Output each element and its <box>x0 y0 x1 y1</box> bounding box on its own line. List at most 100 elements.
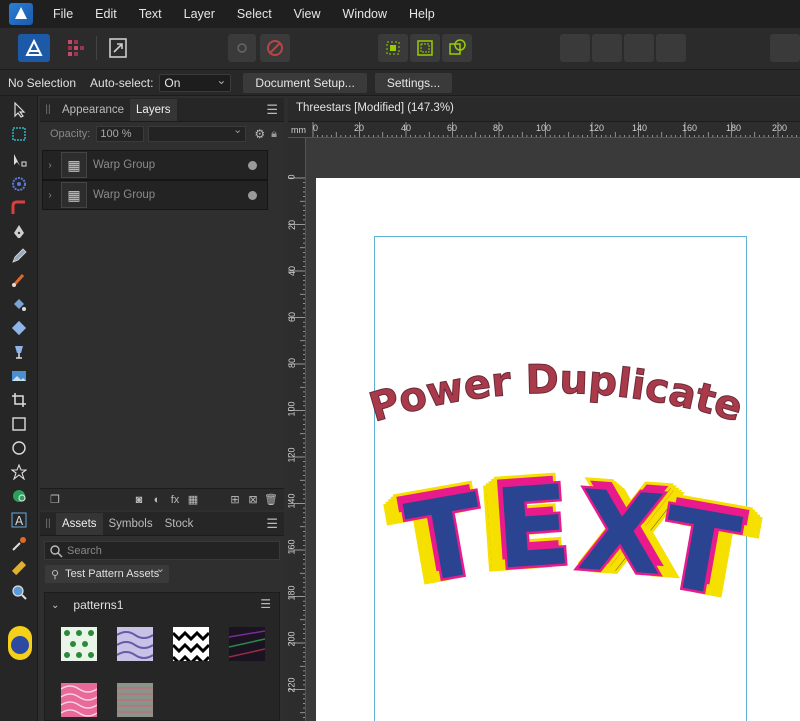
boolean-intersect-button[interactable] <box>442 34 472 62</box>
menu-view[interactable]: View <box>294 7 321 21</box>
auto-select-value: On <box>164 75 181 90</box>
rectangle-tool-icon[interactable] <box>9 414 29 434</box>
arrange-backward-button[interactable] <box>592 34 622 62</box>
mask-icon[interactable]: ◙ <box>132 493 146 507</box>
panel-menu-icon[interactable]: ☰ <box>266 516 278 532</box>
tab-stock[interactable]: Stock <box>159 513 200 535</box>
tab-layers[interactable]: Layers <box>130 99 177 121</box>
asset-section-header[interactable]: ⌄ patterns1 ☰ <box>45 593 279 617</box>
menu-edit[interactable]: Edit <box>95 7 117 21</box>
pixel-persona-button[interactable] <box>60 34 90 62</box>
shape-builder-tool-icon[interactable] <box>9 486 29 506</box>
document-setup-button[interactable]: Document Setup... <box>243 72 367 93</box>
ellipse-tool-icon[interactable] <box>9 438 29 458</box>
canvas[interactable]: Power Duplicate TTTTTTEEEEEEXXXXXXTTTTTT <box>306 138 800 721</box>
adjustment-icon[interactable]: ◐ <box>150 493 164 507</box>
expand-arrow-icon[interactable]: › <box>43 190 57 201</box>
menu-file[interactable]: File <box>53 7 73 21</box>
selection-box-icon <box>386 41 400 55</box>
pattern-swatch-zigzag[interactable] <box>173 627 209 661</box>
ruler-label: 180 <box>726 123 742 133</box>
tab-symbols[interactable]: Symbols <box>103 513 159 535</box>
headline-text[interactable]: Power Duplicate <box>364 356 749 432</box>
menu-window[interactable]: Window <box>343 7 387 21</box>
tab-appearance[interactable]: Appearance <box>56 99 130 121</box>
contour-tool-icon[interactable] <box>9 174 29 194</box>
opacity-field[interactable]: 100 % <box>96 126 145 142</box>
auto-select-dropdown[interactable]: On <box>159 72 232 92</box>
fx-icon[interactable]: fx <box>168 493 182 507</box>
visibility-dot-icon[interactable] <box>248 161 257 170</box>
layer-stack-icon[interactable]: ❐ <box>48 493 62 507</box>
boolean-subtract-button[interactable] <box>410 34 440 62</box>
chevron-down-icon[interactable]: ⌄ <box>51 600 59 611</box>
snapping-settings-button[interactable] <box>260 34 290 62</box>
tab-assets[interactable]: Assets <box>56 513 103 535</box>
pattern-swatch-pink[interactable] <box>61 683 97 717</box>
main-letter[interactable]: E <box>488 459 577 597</box>
menu-text[interactable]: Text <box>139 7 162 21</box>
color-picker-tool-icon[interactable] <box>9 534 29 554</box>
arrange-front-button[interactable] <box>656 34 686 62</box>
designer-persona-button[interactable] <box>18 34 50 62</box>
align-button[interactable] <box>770 34 800 62</box>
zoom-tool-icon[interactable] <box>9 582 29 602</box>
fill-tool-icon[interactable] <box>9 294 29 314</box>
visibility-dot-icon[interactable] <box>248 191 257 200</box>
menu-help[interactable]: Help <box>409 7 435 21</box>
pattern-swatch-lavender[interactable] <box>117 627 153 661</box>
settings-button[interactable]: Settings... <box>374 72 453 93</box>
star-tool-icon[interactable] <box>9 462 29 482</box>
menu-select[interactable]: Select <box>237 7 272 21</box>
pen-tool-icon[interactable] <box>9 222 29 242</box>
group-icon[interactable]: ⊠ <box>246 493 260 507</box>
arrange-forward-button[interactable] <box>624 34 654 62</box>
layer-row[interactable]: › ▦ Warp Group <box>42 150 268 180</box>
gradient-tool-icon[interactable] <box>9 318 29 338</box>
app-logo-icon[interactable] <box>9 3 33 25</box>
add-layer-icon[interactable]: ⊞ <box>228 493 242 507</box>
layer-row[interactable]: › ▦ Warp Group <box>42 180 268 210</box>
assets-panel-tabs: || Assets Symbols Stock ☰ <box>40 512 284 536</box>
corner-tool-icon[interactable] <box>9 198 29 218</box>
trash-icon[interactable]: 🗑︎ <box>264 493 278 507</box>
color-well[interactable] <box>8 626 32 660</box>
pencil-tool-icon[interactable] <box>9 246 29 266</box>
panel-menu-icon[interactable]: ☰ <box>266 102 278 118</box>
pattern-swatch-dark[interactable] <box>229 627 265 661</box>
artwork[interactable]: Power Duplicate TTTTTTEEEEEE XXXXXX TTTTTT <box>306 138 800 721</box>
place-image-tool-icon[interactable] <box>9 366 29 386</box>
asset-category-dropdown[interactable]: ⚲ Test Pattern Assets <box>45 562 169 583</box>
boolean-add-button[interactable] <box>378 34 408 62</box>
artboard-tool-icon[interactable] <box>9 124 29 144</box>
blend-mode-dropdown[interactable] <box>148 123 247 142</box>
vector-brush-tool-icon[interactable] <box>9 270 29 290</box>
main-text-group[interactable]: TTTTTTEEEEEE XXXXXX TTTTTT <box>379 450 766 627</box>
document-tab[interactable]: Threestars [Modified] (147.3%) <box>296 102 454 114</box>
pattern-swatch-grey[interactable] <box>117 683 153 717</box>
gear-icon[interactable]: ⚙ <box>254 127 265 141</box>
arrange-back-button[interactable] <box>560 34 590 62</box>
transparency-tool-icon[interactable] <box>9 342 29 362</box>
menu-layer[interactable]: Layer <box>184 7 215 21</box>
main-letter[interactable]: X <box>572 464 671 603</box>
vertical-ruler[interactable]: 0 20 40 60 80 100 120 140 160 180 200 22… <box>288 138 306 721</box>
warp-group-icon: ▦ <box>61 182 87 208</box>
horizontal-ruler[interactable]: mm 0 20 40 60 80 100 120 140 160 180 200 <box>288 122 800 138</box>
measure-tool-icon[interactable] <box>9 558 29 578</box>
panel-grip-icon[interactable]: || <box>40 99 56 121</box>
ruler-label: 0 <box>313 123 319 133</box>
expand-arrow-icon[interactable]: › <box>43 160 57 171</box>
pattern-swatch-green[interactable] <box>61 627 97 661</box>
crop-tool-icon[interactable] <box>9 390 29 410</box>
pixel-layer-icon[interactable]: ▦ <box>186 493 200 507</box>
export-persona-button[interactable] <box>104 34 132 62</box>
asset-search-input[interactable]: Search <box>44 541 280 560</box>
panel-grip-icon[interactable]: || <box>40 513 56 535</box>
artistic-text-tool-icon[interactable]: A <box>9 510 29 530</box>
snapping-button[interactable] <box>228 34 256 62</box>
section-menu-icon[interactable]: ☰ <box>260 597 271 611</box>
lock-icon[interactable]: 🔒︎ <box>271 128 277 141</box>
node-tool-icon[interactable] <box>9 150 29 170</box>
move-tool-icon[interactable] <box>9 100 29 120</box>
